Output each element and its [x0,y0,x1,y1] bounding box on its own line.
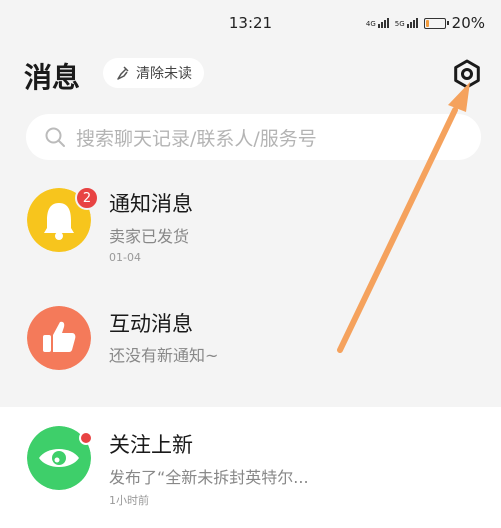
signal-icon: 5G [395,18,418,28]
clear-unread-button[interactable]: 清除未读 [103,58,204,88]
network-type-label: 5G [394,20,405,28]
item-title: 互动消息 [109,312,193,336]
unread-dot [79,431,93,445]
list-item-follow-updates[interactable]: 关注上新 发布了“全新未拆封英特尔... 1小时前 [0,420,501,510]
unread-count-badge: 2 [75,186,99,210]
broom-icon [117,66,129,80]
item-title: 通知消息 [109,192,193,216]
item-subtitle: 还没有新通知~ [109,346,219,365]
status-icons: 4G 5G 20% [366,14,485,32]
item-time: 01-04 [109,251,141,264]
battery-percentage: 20% [451,14,485,32]
thumbs-up-icon [27,306,91,370]
search-input[interactable]: 搜索聊天记录/联系人/服务号 [26,114,481,160]
item-title: 关注上新 [109,433,193,457]
item-subtitle: 发布了“全新未拆封英特尔... [109,468,309,487]
clear-unread-label: 清除未读 [136,66,192,82]
settings-gear-icon[interactable] [449,56,485,92]
page-title: 消息 [24,61,81,94]
battery-icon [423,17,449,29]
list-item-interactions[interactable]: 互动消息 还没有新通知~ [0,300,501,390]
network-type-label: 4G [365,20,376,28]
search-icon [45,127,65,147]
item-subtitle: 卖家已发货 [109,227,190,246]
item-time: 1小时前 [109,494,149,507]
signal-icon: 4G [366,18,389,28]
search-placeholder: 搜索聊天记录/联系人/服务号 [76,127,317,150]
